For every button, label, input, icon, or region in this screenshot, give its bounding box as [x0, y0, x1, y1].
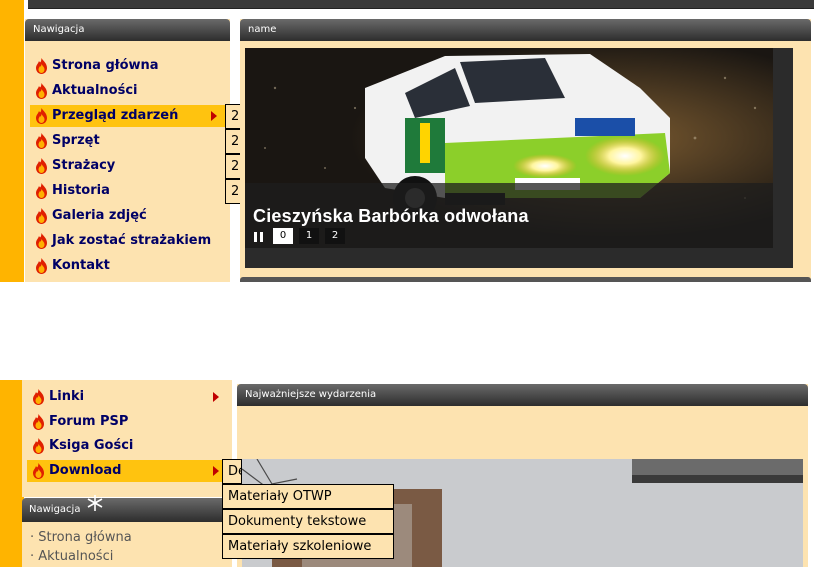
- bottom-nav-item-label: Download: [49, 462, 122, 478]
- flame-icon: [32, 413, 45, 430]
- top-dark-bar: [28, 0, 814, 9]
- pause-icon[interactable]: [252, 229, 266, 243]
- nav-item-label: Sprzęt: [52, 133, 100, 148]
- nav-item-kontakt[interactable]: Kontakt: [30, 255, 225, 277]
- submenu-arrow-icon: [213, 465, 219, 476]
- bottom-nav-item-linki[interactable]: Linki: [27, 386, 227, 408]
- slide-page-button[interactable]: 0: [273, 228, 293, 244]
- nav-item-jak-zostac-strazakiem[interactable]: Jak zostać strażakiem: [30, 230, 225, 252]
- submenu-arrow-icon: [213, 392, 219, 402]
- slide-page-button[interactable]: 1: [299, 228, 319, 244]
- bottom-nav-header-label: Nawigacja: [29, 504, 81, 515]
- flame-icon: [35, 83, 48, 99]
- left-accent-strip-top: [0, 0, 24, 282]
- nav-item-galeria-zdjec[interactable]: Galeria zdjęć: [30, 205, 225, 227]
- flame-icon: [35, 58, 48, 74]
- flame-icon: [35, 133, 48, 149]
- download-submenu-item[interactable]: Materiały szkoleniowe: [222, 534, 394, 559]
- nav-item-historia[interactable]: Historia: [30, 180, 225, 202]
- flame-icon: [35, 258, 48, 274]
- bottom-nav-item-label: Linki: [49, 389, 85, 404]
- flame-icon: [35, 233, 48, 249]
- bottom-nav-item-label: Forum PSP: [49, 413, 129, 429]
- nav-item-label: Aktualności: [52, 83, 138, 98]
- snowflake-icon: [87, 495, 103, 511]
- nav-item-sprzet[interactable]: Sprzęt: [30, 130, 225, 152]
- left-accent-strip-bottom: [0, 380, 24, 567]
- slide-page-button[interactable]: 2: [325, 228, 345, 244]
- plain-link-news[interactable]: · Aktualności: [30, 549, 113, 564]
- nav-item-aktualnosci[interactable]: Aktualności: [30, 80, 225, 102]
- flame-icon: [35, 183, 48, 199]
- slider-header: name: [240, 19, 811, 41]
- plain-link-home[interactable]: · Strona główna: [30, 530, 132, 545]
- bottom-nav-item-ksiga-gosci[interactable]: Ksiga Gości: [27, 435, 227, 457]
- flame-icon: [32, 462, 45, 479]
- bottom-nav-header: Nawigacja: [22, 495, 232, 522]
- nav-item-strazacy[interactable]: Strażacy: [30, 155, 225, 177]
- download-submenu-item[interactable]: De: [222, 459, 242, 484]
- download-submenu-item[interactable]: Materiały OTWP: [222, 484, 394, 509]
- slideshow[interactable]: Cieszyńska Barbórka odwołana 012: [245, 48, 793, 268]
- nav-item-strona-glowna[interactable]: Strona główna: [30, 55, 225, 77]
- nav-item-label: Strona główna: [52, 58, 159, 73]
- flame-icon: [35, 108, 48, 124]
- flame-icon: [35, 158, 48, 174]
- nav-item-label: Jak zostać strażakiem: [52, 233, 212, 248]
- events-header: Najważniejsze wydarzenia: [237, 384, 808, 406]
- flame-icon: [32, 438, 45, 454]
- submenu-arrow-icon: [211, 111, 217, 121]
- download-submenu-item[interactable]: Dokumenty tekstowe: [222, 509, 394, 534]
- slider-bottom-bar: [240, 277, 811, 282]
- flame-icon: [32, 389, 45, 405]
- nav-item-przeglad-zdarzen[interactable]: Przegląd zdarzeń: [30, 105, 225, 127]
- nav-item-label: Galeria zdjęć: [52, 208, 147, 223]
- bottom-nav-item-forum-psp[interactable]: Forum PSP: [27, 411, 227, 433]
- slide-caption[interactable]: Cieszyńska Barbórka odwołana: [253, 206, 529, 227]
- nav-item-label: Przegląd zdarzeń: [52, 108, 179, 123]
- nav-item-label: Strażacy: [52, 158, 116, 173]
- bottom-nav-item-download[interactable]: Download: [27, 459, 227, 482]
- bottom-nav-item-label: Ksiga Gości: [49, 438, 134, 453]
- flame-icon: [35, 208, 48, 224]
- nav-item-label: Historia: [52, 183, 110, 198]
- nav-item-label: Kontakt: [52, 258, 110, 273]
- nav-header: Nawigacja: [25, 19, 230, 41]
